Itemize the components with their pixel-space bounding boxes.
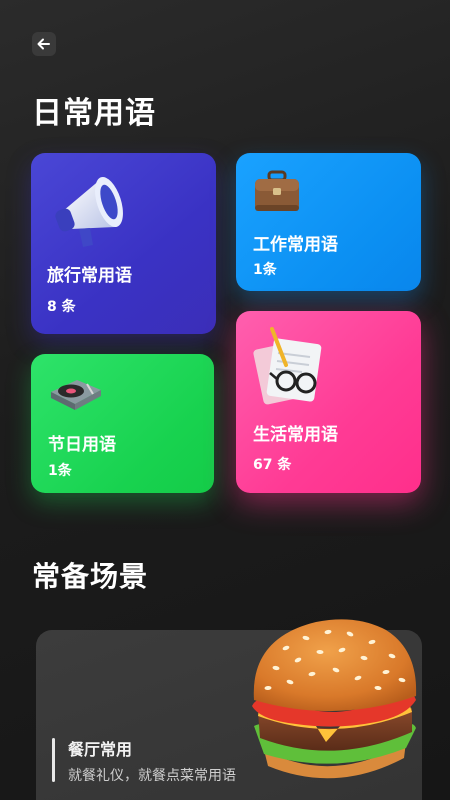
scene-name-restaurant: 餐厅常用 <box>68 740 133 759</box>
category-count-work: 1条 <box>253 262 277 278</box>
scene-description-restaurant: 就餐礼仪，就餐点菜常用语 <box>68 768 236 784</box>
category-count-travel: 8 条 <box>47 299 76 315</box>
category-card-work[interactable]: 工作常用语 1条 <box>236 153 421 291</box>
category-count-holiday: 1条 <box>48 463 72 479</box>
arrow-left-icon <box>37 38 50 50</box>
documents-glasses-icon <box>253 327 322 405</box>
app-screen: { "header": { "back_icon": "arrow-left-i… <box>0 0 450 800</box>
daily-phrases-title: 日常用语 <box>32 96 156 131</box>
category-name-life: 生活常用语 <box>253 425 338 445</box>
category-card-life[interactable]: 生活常用语 67 条 <box>236 311 421 493</box>
burger-icon <box>252 619 417 779</box>
common-scenes-title: 常备场景 <box>32 560 149 593</box>
briefcase-icon <box>255 170 299 211</box>
category-count-life: 67 条 <box>253 457 292 473</box>
category-name-holiday: 节日用语 <box>48 435 116 455</box>
scene-accent-bar <box>52 738 55 782</box>
category-card-travel[interactable]: 旅行常用语 8 条 <box>31 153 216 334</box>
back-button[interactable] <box>32 32 56 56</box>
category-name-travel: 旅行常用语 <box>47 266 132 286</box>
turntable-icon <box>51 380 101 410</box>
category-card-holiday[interactable]: 节日用语 1条 <box>31 354 214 493</box>
megaphone-icon <box>55 176 123 247</box>
category-name-work: 工作常用语 <box>253 235 338 255</box>
